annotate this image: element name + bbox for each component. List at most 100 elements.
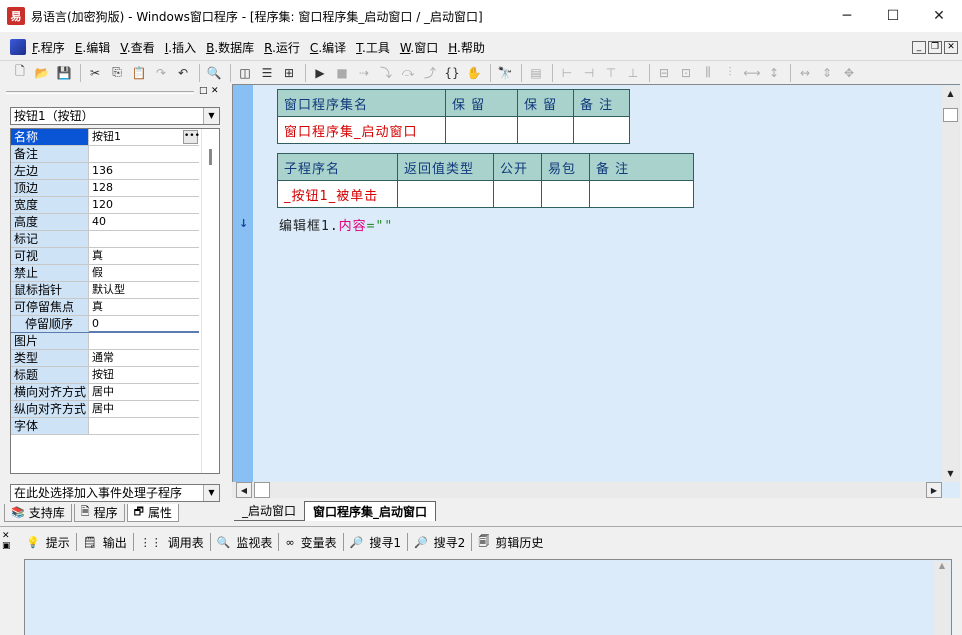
panel-grip[interactable] xyxy=(6,91,194,94)
close-button[interactable]: ✕ xyxy=(916,0,962,32)
property-row[interactable]: 名称 按钮1 ••• xyxy=(11,129,200,146)
center-vertical-icon[interactable]: ⊡ xyxy=(676,63,696,83)
tab-clipboard-history[interactable]: 🗐 剪辑历史 xyxy=(472,533,549,551)
undo-icon[interactable]: ↶ xyxy=(173,63,193,83)
menu-database[interactable]: B.数据库 xyxy=(206,39,254,56)
property-row[interactable]: 左边 136 xyxy=(11,163,199,180)
chevron-down-icon[interactable]: ▼ xyxy=(203,485,219,501)
scroll-up-icon[interactable]: ▲ xyxy=(942,86,959,102)
property-row[interactable]: 图片 xyxy=(11,333,199,350)
property-row[interactable]: 停留顺序 0 xyxy=(11,316,199,333)
editor-gutter[interactable]: ↓ xyxy=(233,85,253,485)
panel-float-icon[interactable]: ▣ xyxy=(2,541,16,551)
align-left-icon[interactable]: ⊢ xyxy=(557,63,577,83)
scroll-down-icon[interactable]: ▼ xyxy=(942,466,959,482)
cut-icon[interactable]: ✂ xyxy=(85,63,105,83)
sub-name-cell[interactable]: _按钮1_被单击 xyxy=(277,180,398,208)
assembly-cell[interactable] xyxy=(573,116,630,144)
scroll-thumb[interactable] xyxy=(254,482,270,498)
assembly-cell[interactable] xyxy=(517,116,574,144)
menu-help[interactable]: H.帮助 xyxy=(448,39,485,56)
property-row[interactable]: 可停留焦点真 xyxy=(11,299,199,316)
resize-width-icon[interactable]: ↔ xyxy=(795,63,815,83)
step-into-icon[interactable]: ⤵ xyxy=(376,63,396,83)
new-file-icon[interactable]: 🗋 xyxy=(10,63,30,83)
property-row[interactable]: 宽度 120 xyxy=(11,197,199,214)
open-folder-icon[interactable]: 📂 xyxy=(32,63,52,83)
chevron-down-icon[interactable]: ▼ xyxy=(203,108,219,124)
mdi-restore-button[interactable]: ❐ xyxy=(928,41,942,54)
scroll-up-icon[interactable]: ▲ xyxy=(939,561,945,570)
tab-startup-window[interactable]: _启动窗口 xyxy=(234,501,305,521)
property-row[interactable]: 标题 按钮 xyxy=(11,367,199,384)
save-icon[interactable]: 💾 xyxy=(54,63,74,83)
sub-cell[interactable] xyxy=(541,180,590,208)
spacing-horizontal-icon[interactable]: ⫼ xyxy=(698,63,718,83)
property-value[interactable]: 假 xyxy=(90,265,199,281)
same-height-icon[interactable]: ↕ xyxy=(764,63,784,83)
maximize-button[interactable]: ☐ xyxy=(870,0,916,32)
mdi-close-button[interactable]: ✕ xyxy=(944,41,958,54)
panel-float-icon[interactable]: □ xyxy=(199,86,208,96)
property-value[interactable]: 40 xyxy=(90,214,199,230)
layout-rows-icon[interactable]: ☰ xyxy=(257,63,277,83)
scroll-thumb[interactable] xyxy=(943,108,958,122)
layout-table-icon[interactable]: ⊞ xyxy=(279,63,299,83)
property-row[interactable]: 字体 xyxy=(11,418,199,435)
scroll-left-icon[interactable]: ◀ xyxy=(236,482,252,498)
run-icon[interactable]: ▶ xyxy=(310,63,330,83)
tab-window-assembly[interactable]: 窗口程序集_启动窗口 xyxy=(304,501,437,521)
find-icon[interactable]: 🔍 xyxy=(204,63,224,83)
assembly-cell[interactable] xyxy=(445,116,518,144)
property-value[interactable] xyxy=(90,418,199,434)
tab-property[interactable]: 🗗 属性 xyxy=(126,504,179,522)
property-value[interactable]: 居中 xyxy=(90,401,199,417)
property-value[interactable] xyxy=(90,231,199,247)
stop-icon[interactable]: ■ xyxy=(332,63,352,83)
property-value[interactable]: 128 xyxy=(90,180,199,196)
property-value[interactable]: 120 xyxy=(90,197,199,213)
menu-tools[interactable]: T.工具 xyxy=(356,39,390,56)
form-icon[interactable]: ▤ xyxy=(526,63,546,83)
center-horizontal-icon[interactable]: ⊟ xyxy=(654,63,674,83)
menu-insert[interactable]: I.插入 xyxy=(165,39,196,56)
layout-split-icon[interactable]: ◫ xyxy=(235,63,255,83)
property-value[interactable]: 居中 xyxy=(90,384,199,400)
property-row[interactable]: 禁止假 xyxy=(11,265,199,282)
property-row[interactable]: 可视真 xyxy=(11,248,199,265)
property-row[interactable]: 纵向对齐方式 居中 xyxy=(11,401,199,418)
step-out-icon[interactable]: ⤴ xyxy=(420,63,440,83)
align-right-icon[interactable]: ⊣ xyxy=(579,63,599,83)
step-over-icon[interactable]: ⤼ xyxy=(398,63,418,83)
align-bottom-icon[interactable]: ⊥ xyxy=(623,63,643,83)
mdi-minimize-button[interactable]: _ xyxy=(912,41,926,54)
code-line[interactable]: 编辑框1.内容="" xyxy=(279,215,393,234)
tab-search-2[interactable]: 🔎 搜寻2 xyxy=(408,533,473,551)
menu-edit[interactable]: E.编辑 xyxy=(75,39,110,56)
tab-program[interactable]: 🗎 程序 xyxy=(73,504,125,522)
output-scrollbar[interactable]: ▲ xyxy=(934,561,950,635)
property-value[interactable]: 0 xyxy=(90,316,199,332)
property-value[interactable] xyxy=(90,333,199,349)
menu-program[interactable]: F.程序 xyxy=(32,39,65,56)
menu-compile[interactable]: C.编译 xyxy=(310,39,346,56)
redo-icon[interactable]: ↷ xyxy=(151,63,171,83)
align-top-icon[interactable]: ⊤ xyxy=(601,63,621,83)
close-icon[interactable]: ✕ xyxy=(2,531,16,541)
scroll-right-icon[interactable]: ▶ xyxy=(926,482,942,498)
property-value[interactable]: 按钮 xyxy=(90,367,199,383)
object-select[interactable]: 按钮1（按钮） ▼ xyxy=(10,107,220,125)
property-row[interactable]: 鼠标指针 默认型 xyxy=(11,282,199,299)
tab-variables[interactable]: ∞ 变量表 xyxy=(279,533,344,551)
tab-output[interactable]: 🗒 输出 xyxy=(77,533,134,551)
ellipsis-button[interactable]: ••• xyxy=(183,130,200,144)
property-value[interactable]: 默认型 xyxy=(90,282,199,298)
editor-vertical-scrollbar[interactable]: ▲ ▼ xyxy=(942,86,959,482)
copy-icon[interactable]: ⎘ xyxy=(107,63,127,83)
breakpoint-icon[interactable]: {} xyxy=(442,63,462,83)
resize-both-icon[interactable]: ✥ xyxy=(839,63,859,83)
assembly-name-cell[interactable]: 窗口程序集_启动窗口 xyxy=(277,116,446,144)
property-value[interactable]: 通常 xyxy=(90,350,199,366)
property-value[interactable]: 136 xyxy=(90,163,199,179)
panel-close-icon[interactable]: ✕ xyxy=(211,86,219,96)
